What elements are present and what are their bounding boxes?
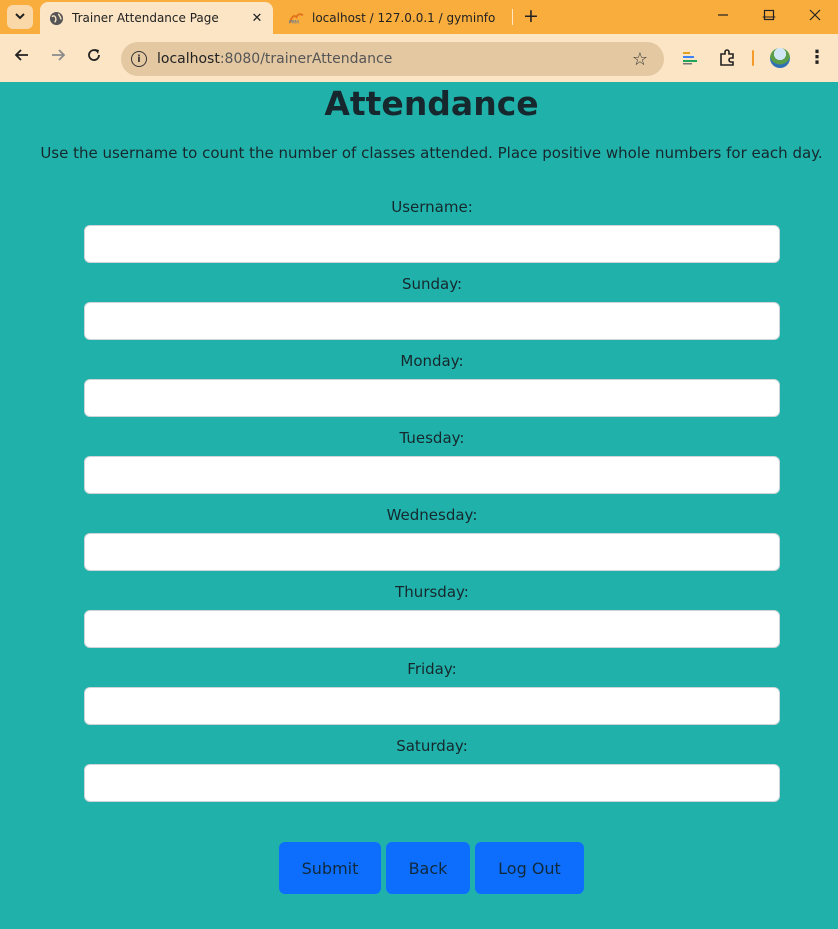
tab-search-button[interactable] <box>7 5 33 29</box>
tuesday-label: Tuesday: <box>399 429 465 447</box>
profile-avatar[interactable] <box>770 48 790 68</box>
attendance-page: Attendance Use the username to count the… <box>0 82 838 929</box>
chevron-down-icon <box>14 10 26 25</box>
tab-strip: Trainer Attendance Page ✕ PMA localhost … <box>0 0 838 34</box>
forward-arrow-icon[interactable] <box>46 46 70 70</box>
wednesday-label: Wednesday: <box>386 506 478 524</box>
site-info-icon[interactable]: i <box>131 51 147 67</box>
username-label: Username: <box>391 198 473 216</box>
sunday-label: Sunday: <box>401 275 463 293</box>
tab-phpmyadmin[interactable]: PMA localhost / 127.0.0.1 / gyminfo <box>280 2 510 34</box>
phpmyadmin-icon: PMA <box>289 11 304 26</box>
tuesday-input[interactable] <box>84 456 780 494</box>
sunday-input[interactable] <box>84 302 780 340</box>
page-title: Attendance <box>324 84 539 123</box>
bookmark-star-icon[interactable]: ☆ <box>630 49 650 70</box>
tab-trainer-attendance[interactable]: Trainer Attendance Page ✕ <box>40 2 273 34</box>
url-path: :8080/trainerAttendance <box>219 51 393 67</box>
url-text: localhost:8080/trainerAttendance <box>157 51 630 67</box>
address-bar[interactable]: i localhost:8080/trainerAttendance ☆ <box>121 42 664 76</box>
friday-input[interactable] <box>84 687 780 725</box>
username-input[interactable] <box>84 225 780 263</box>
submit-button[interactable]: Submit <box>279 842 381 894</box>
back-button[interactable]: Back <box>386 842 470 894</box>
thursday-input[interactable] <box>84 610 780 648</box>
url-host: localhost <box>157 51 220 67</box>
monday-input[interactable] <box>84 379 780 417</box>
maximize-icon[interactable] <box>746 4 792 30</box>
logout-button[interactable]: Log Out <box>475 842 584 894</box>
back-arrow-icon[interactable] <box>10 46 34 70</box>
saturday-input[interactable] <box>84 764 780 802</box>
more-menu-icon[interactable]: ⋮ <box>808 46 826 70</box>
close-tab-icon[interactable]: ✕ <box>249 11 265 26</box>
tab-divider <box>512 9 513 25</box>
friday-label: Friday: <box>407 660 457 678</box>
toolbar-divider <box>752 50 754 66</box>
close-window-icon[interactable] <box>792 4 838 30</box>
svg-text:PMA: PMA <box>289 20 299 25</box>
extension-list-icon[interactable] <box>679 47 701 69</box>
thursday-label: Thursday: <box>395 583 469 601</box>
extensions-puzzle-icon[interactable] <box>716 47 738 69</box>
instructions-text: Use the username to count the number of … <box>40 144 823 162</box>
monday-label: Monday: <box>400 352 464 370</box>
saturday-label: Saturday: <box>396 737 468 755</box>
globe-icon <box>49 11 64 26</box>
minimize-icon[interactable] <box>700 4 746 30</box>
browser-toolbar: i localhost:8080/trainerAttendance ☆ ⋮ <box>0 34 838 82</box>
tab-title: localhost / 127.0.0.1 / gyminfo <box>312 11 496 25</box>
new-tab-button[interactable]: + <box>521 5 541 27</box>
reload-icon[interactable] <box>82 46 106 70</box>
tab-title: Trainer Attendance Page <box>72 11 219 25</box>
wednesday-input[interactable] <box>84 533 780 571</box>
